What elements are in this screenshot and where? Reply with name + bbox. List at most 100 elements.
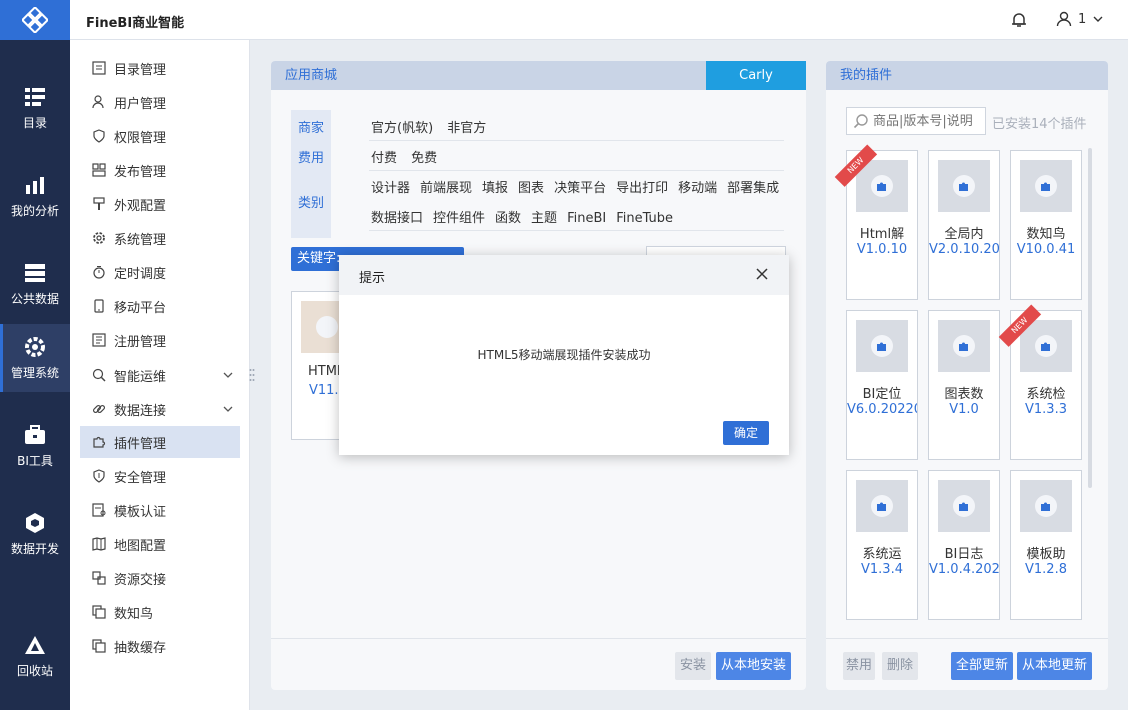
sidebar-item-plugin-mgmt[interactable]: 插件管理 — [80, 426, 240, 458]
user-icon — [92, 95, 106, 109]
sidebar-item-registration[interactable]: 注册管理 — [80, 324, 240, 356]
filter-option[interactable]: 控件组件 — [433, 211, 485, 226]
plugin-version: V1.0.10 — [856, 242, 908, 257]
plugin-thumbnail — [938, 480, 990, 532]
plugin-version: V1.2.8 — [1025, 562, 1067, 577]
plugin-search-input[interactable] — [873, 113, 983, 129]
filter-option[interactable]: 导出打印 — [616, 181, 668, 196]
filter-option[interactable]: 设计器 — [371, 181, 410, 196]
filter-option[interactable]: 前端展现 — [420, 181, 472, 196]
plugin-thumbnail — [938, 320, 990, 372]
resize-handle[interactable] — [249, 368, 255, 382]
filter-option[interactable]: 免费 — [411, 151, 437, 166]
filter-option[interactable]: FineBI — [567, 211, 606, 226]
plugin-card[interactable]: 模板助 V1.2.8 — [1010, 470, 1082, 620]
sidebar-item-shuzhiniao[interactable]: 数知鸟 — [80, 596, 240, 628]
plugin-card[interactable]: 图表数 V1.0 — [928, 310, 1000, 460]
app-logo[interactable] — [0, 0, 70, 40]
sidebar-item-scheduling[interactable]: 定时调度 — [80, 256, 240, 288]
filter-option[interactable]: 填报 — [482, 181, 508, 196]
filter-option[interactable]: 官方(帆软) — [371, 121, 433, 136]
sidebar-item-template-cert[interactable]: 模板认证 — [80, 494, 240, 526]
user-icon — [1056, 11, 1072, 27]
alert-dialog: 提示 HTML5移动端展现插件安装成功 确定 — [339, 255, 789, 455]
sidebar-label: 注册管理 — [114, 334, 167, 350]
puzzle-icon — [871, 495, 893, 517]
user-name: 1 — [1078, 11, 1087, 27]
plugin-thumbnail — [1020, 160, 1072, 212]
my-plugins-title: 我的插件 — [840, 68, 893, 83]
bell-icon[interactable] — [1010, 11, 1028, 29]
handover-icon — [92, 571, 106, 585]
store-user-tab[interactable]: Carly — [706, 61, 806, 90]
filter-option[interactable]: 函数 — [495, 211, 521, 226]
nav-item-data-dev[interactable]: 数据开发 — [0, 500, 70, 568]
filter-option[interactable]: 部署集成 — [727, 181, 779, 196]
close-icon[interactable] — [755, 267, 769, 281]
filter-option[interactable]: 非官方 — [447, 121, 486, 136]
filter-option[interactable]: 付费 — [371, 151, 397, 166]
disable-button[interactable]: 禁用 — [843, 652, 875, 680]
sidebar-item-security[interactable]: 安全管理 — [80, 460, 240, 492]
nav-item-public-data[interactable]: 公共数据 — [0, 250, 70, 318]
sidebar-label: 安全管理 — [114, 470, 167, 486]
filter-option[interactable]: 数据接口 — [371, 211, 423, 226]
sidebar-item-resource-handover[interactable]: 资源交接 — [80, 562, 240, 594]
plugin-name: 系统检 — [1026, 387, 1066, 402]
sidebar-label: 模板认证 — [114, 504, 167, 520]
nav-item-directory[interactable]: 目录 — [0, 74, 70, 142]
plugin-version: V1.0 — [949, 402, 979, 417]
sidebar-label: 插件管理 — [114, 436, 167, 452]
update-all-button[interactable]: 全部更新 — [951, 652, 1013, 680]
sidebar-item-extract-cache[interactable]: 抽数缓存 — [80, 630, 240, 662]
filter-option[interactable]: 移动端 — [678, 181, 717, 196]
sidebar-label: 外观配置 — [114, 198, 167, 214]
nav-label: 回收站 — [16, 663, 53, 678]
filter-option[interactable]: 决策平台 — [554, 181, 606, 196]
filter-option[interactable]: FineTube — [616, 211, 673, 226]
plugin-card[interactable]: 数知鸟 V10.0.41 — [1010, 150, 1082, 300]
sidebar-label: 权限管理 — [114, 130, 167, 146]
sidebar-label: 用户管理 — [114, 96, 167, 112]
nav-item-recycle-bin[interactable]: 回收站 — [0, 622, 70, 690]
sidebar-item-user-mgmt[interactable]: 用户管理 — [80, 86, 240, 118]
user-menu[interactable]: 1 — [1056, 11, 1104, 27]
plugin-card[interactable]: NEW 系统检 V1.3.3 — [998, 304, 1082, 460]
sidebar-item-smart-ops[interactable]: 智能运维 — [80, 359, 240, 391]
nav-item-bi-tools[interactable]: BI工具 — [0, 412, 70, 480]
sidebar-item-data-connection[interactable]: 数据连接 — [80, 393, 240, 425]
plugin-search[interactable] — [846, 107, 986, 135]
list-icon — [92, 61, 106, 75]
sidebar-label: 系统管理 — [114, 232, 167, 248]
nav-item-my-analysis[interactable]: 我的分析 — [0, 162, 70, 230]
confirm-button[interactable]: 确定 — [723, 421, 769, 445]
plugins-scrollbar[interactable] — [1088, 148, 1092, 488]
sidebar-item-directory-mgmt[interactable]: 目录管理 — [80, 52, 240, 84]
sidebar-item-system-mgmt[interactable]: 系统管理 — [80, 222, 240, 254]
sidebar-item-map-config[interactable]: 地图配置 — [80, 528, 240, 560]
update-local-button[interactable]: 从本地更新 — [1017, 652, 1092, 680]
plugin-card[interactable]: NEW Html解 V1.0.10 — [834, 144, 918, 300]
install-button[interactable]: 安装 — [675, 652, 711, 680]
plugin-card[interactable]: BI日志 V1.0.4.2022 — [928, 470, 1000, 620]
plugin-name: BI日志 — [944, 547, 984, 562]
sidebar-label: 智能运维 — [114, 369, 167, 385]
nav-item-admin-system[interactable]: 管理系统 — [0, 324, 70, 392]
plugin-name: 数知鸟 — [1026, 227, 1066, 242]
chevron-down-icon — [223, 372, 233, 378]
sidebar-item-mobile-platform[interactable]: 移动平台 — [80, 290, 240, 322]
filter-option[interactable]: 主题 — [531, 211, 557, 226]
sidebar-item-appearance[interactable]: 外观配置 — [80, 188, 240, 220]
plugin-thumbnail — [1020, 480, 1072, 532]
plugin-card[interactable]: 全局内 V2.0.10.202 — [928, 150, 1000, 300]
puzzle-icon — [871, 175, 893, 197]
filter-option[interactable]: 图表 — [518, 181, 544, 196]
delete-button[interactable]: 删除 — [882, 652, 918, 680]
timer-icon — [92, 265, 106, 279]
sidebar-item-permission-mgmt[interactable]: 权限管理 — [80, 120, 240, 152]
plugin-card[interactable]: BI定位 V6.0.20220 — [846, 310, 918, 460]
plugin-card[interactable]: 系统运 V1.3.4 — [846, 470, 918, 620]
install-local-button[interactable]: 从本地安装 — [716, 652, 791, 680]
sidebar-item-publish-mgmt[interactable]: 发布管理 — [80, 154, 240, 186]
recycle-bin-icon — [24, 634, 46, 656]
